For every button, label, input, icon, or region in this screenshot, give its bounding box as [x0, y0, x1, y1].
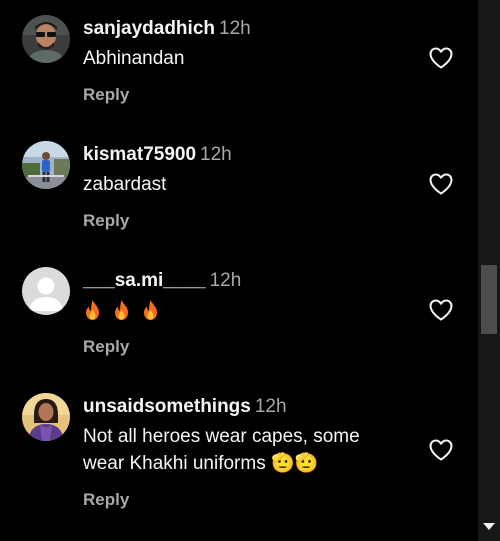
comment-header: sanjaydadhich 12h — [83, 17, 251, 41]
fire-icon — [144, 300, 157, 320]
comment-header: unsaidsomethings 12h — [83, 395, 287, 419]
heart-outline-icon — [429, 173, 453, 195]
like-button[interactable] — [429, 439, 453, 461]
comment-text: zabardast — [83, 174, 167, 195]
avatar[interactable] — [22, 15, 70, 63]
username-link[interactable]: unsaidsomethings — [83, 396, 251, 417]
comment-text: Abhinandan — [83, 48, 185, 69]
reply-button[interactable]: Reply — [83, 337, 129, 357]
avatar-image — [22, 393, 70, 441]
comment-timestamp: 12h — [254, 396, 287, 417]
reply-button[interactable]: Reply — [83, 490, 129, 510]
heart-outline-icon — [429, 299, 453, 321]
reply-button[interactable]: Reply — [83, 85, 129, 105]
heart-outline-icon — [429, 439, 453, 461]
like-button[interactable] — [429, 47, 453, 69]
comment-timestamp: 12h — [200, 144, 232, 165]
comment-timestamp: 12h — [219, 18, 251, 39]
like-button[interactable] — [429, 173, 453, 195]
heart-outline-icon — [429, 47, 453, 69]
default-avatar-icon — [22, 267, 70, 315]
reply-button[interactable]: Reply — [83, 211, 129, 231]
username-link[interactable]: sanjaydadhich — [83, 18, 215, 39]
comment-header: kismat75900 12h — [83, 143, 232, 167]
avatar-image — [22, 141, 70, 189]
comment-text: Not all heroes wear capes, some wear Kha… — [83, 426, 360, 474]
triangle-down-icon[interactable] — [483, 523, 495, 530]
fire-emoji-group — [83, 297, 160, 321]
comment-header: ___sa.mi____ 12h — [83, 269, 241, 293]
comment-timestamp: 12h — [209, 270, 242, 291]
avatar-image — [22, 15, 70, 63]
scrollbar-thumb[interactable] — [481, 265, 497, 334]
username-link[interactable]: ___sa.mi____ — [83, 270, 206, 291]
username-link[interactable]: kismat75900 — [83, 144, 196, 165]
fire-icon — [86, 300, 99, 320]
avatar[interactable] — [22, 393, 70, 441]
comments-list: sanjaydadhich 12h Abhinandan Reply kisma… — [0, 0, 478, 541]
fire-icon — [115, 300, 128, 320]
avatar[interactable] — [22, 267, 70, 315]
vertical-scrollbar[interactable] — [478, 0, 500, 541]
comment-text — [83, 297, 403, 329]
like-button[interactable] — [429, 299, 453, 321]
avatar[interactable] — [22, 141, 70, 189]
